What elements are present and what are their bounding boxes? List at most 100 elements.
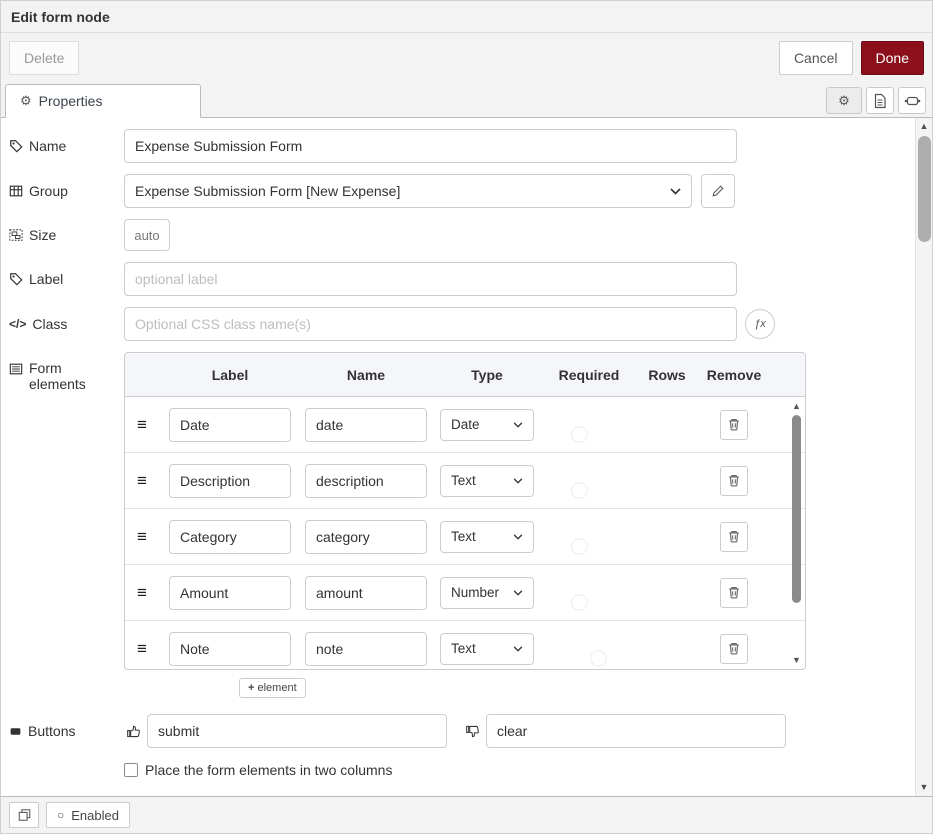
- delete-element-button[interactable]: [720, 466, 748, 496]
- status-circle-icon: ○: [57, 808, 64, 822]
- label-row: Label: [9, 262, 909, 296]
- delete-element-button[interactable]: [720, 410, 748, 440]
- code-icon: </>: [9, 317, 26, 331]
- trash-icon: [727, 641, 741, 656]
- class-row: </> Class ƒx: [9, 307, 909, 341]
- element-name-input[interactable]: [305, 408, 427, 442]
- element-type-select[interactable]: Date: [440, 409, 534, 441]
- clear-button-label-input[interactable]: [486, 714, 786, 748]
- label-input[interactable]: [124, 262, 737, 296]
- group-select[interactable]: Expense Submission Form [New Expense]: [124, 174, 692, 208]
- node-appearance-icon: [904, 94, 921, 108]
- object-group-icon: [9, 228, 23, 242]
- chevron-down-icon: [513, 534, 523, 540]
- drag-handle-icon[interactable]: ≡: [133, 583, 159, 603]
- element-type-select[interactable]: Text: [440, 465, 534, 497]
- form-element-row-date: ≡ Date: [125, 397, 805, 453]
- chevron-down-icon: [513, 590, 523, 596]
- column-header-rows: Rows: [641, 367, 693, 383]
- tag-icon: [9, 272, 23, 286]
- element-label-input[interactable]: [169, 632, 291, 666]
- main-scrollbar[interactable]: ▲ ▼: [915, 118, 932, 796]
- class-input[interactable]: [124, 307, 737, 341]
- main-scrollbar-thumb[interactable]: [918, 136, 931, 242]
- group-select-value: Expense Submission Form [New Expense]: [135, 183, 400, 199]
- edit-group-button[interactable]: [701, 174, 735, 208]
- thumbs-up-icon: [126, 724, 141, 739]
- name-label: Name: [9, 138, 124, 154]
- dialog-body: Name Group Expense Submission Form [New …: [1, 118, 932, 796]
- scroll-down-icon[interactable]: ▼: [920, 779, 929, 796]
- delete-element-button[interactable]: [720, 522, 748, 552]
- column-header-required: Required: [543, 367, 635, 383]
- drag-handle-icon[interactable]: ≡: [133, 639, 159, 659]
- trash-icon: [727, 585, 741, 600]
- group-label: Group: [9, 183, 124, 199]
- chevron-down-icon: [670, 188, 681, 195]
- list-scrollbar-thumb[interactable]: [792, 415, 801, 603]
- dialog-toolbar: Delete Cancel Done: [1, 33, 932, 83]
- done-button[interactable]: Done: [861, 41, 924, 75]
- scroll-down-icon[interactable]: ▼: [792, 653, 801, 667]
- description-button[interactable]: [866, 87, 894, 114]
- element-name-input[interactable]: [305, 520, 427, 554]
- buttons-row: Buttons: [9, 714, 909, 748]
- name-input[interactable]: [124, 129, 737, 163]
- button-icon: [9, 725, 22, 738]
- delete-button[interactable]: Delete: [9, 41, 79, 75]
- two-columns-option: Place the form elements in two columns: [124, 762, 909, 778]
- element-name-input[interactable]: [305, 464, 427, 498]
- gear-icon: ⚙: [838, 93, 850, 109]
- dialog-title: Edit form node: [1, 1, 932, 33]
- element-label-input[interactable]: [169, 576, 291, 610]
- scroll-up-icon[interactable]: ▲: [792, 399, 801, 413]
- tab-properties[interactable]: ⚙ Properties: [5, 84, 201, 118]
- trash-icon: [727, 417, 741, 432]
- appearance-button[interactable]: [898, 87, 926, 114]
- submit-button-label-input[interactable]: [147, 714, 447, 748]
- form-elements-label: Form elements: [9, 352, 124, 392]
- form-elements-list: ≡ Date: [125, 397, 805, 669]
- size-auto-button[interactable]: auto: [124, 219, 170, 251]
- properties-gear-button[interactable]: ⚙: [826, 87, 862, 114]
- drag-handle-icon[interactable]: ≡: [133, 471, 159, 491]
- element-name-input[interactable]: [305, 576, 427, 610]
- scroll-up-icon[interactable]: ▲: [920, 118, 929, 135]
- list-scrollbar[interactable]: ▲ ▼: [790, 399, 803, 667]
- column-header-type: Type: [437, 367, 537, 383]
- element-type-select[interactable]: Text: [440, 521, 534, 553]
- fx-icon: ƒx: [754, 318, 766, 330]
- pencil-icon: [711, 184, 725, 198]
- cancel-button[interactable]: Cancel: [779, 41, 853, 75]
- drag-handle-icon[interactable]: ≡: [133, 527, 159, 547]
- gear-icon: ⚙: [20, 93, 32, 109]
- class-expand-button[interactable]: ƒx: [745, 309, 775, 339]
- delete-element-button[interactable]: [720, 578, 748, 608]
- column-header-remove: Remove: [699, 367, 769, 383]
- add-element-button[interactable]: + element: [239, 678, 306, 698]
- layers-icon: [17, 808, 32, 822]
- two-columns-checkbox[interactable]: [124, 763, 138, 777]
- form-elements-header: Label Name Type Required Rows Remove: [125, 353, 805, 397]
- drag-handle-icon[interactable]: ≡: [133, 415, 159, 435]
- list-icon: [9, 362, 23, 376]
- name-row: Name: [9, 129, 909, 163]
- column-header-label: Label: [165, 367, 295, 383]
- enabled-toggle-button[interactable]: ○ Enabled: [46, 802, 130, 828]
- form-elements-table: Label Name Type Required Rows Remove ≡: [124, 352, 806, 670]
- trash-icon: [727, 529, 741, 544]
- delete-element-button[interactable]: [720, 634, 748, 664]
- element-label-input[interactable]: [169, 408, 291, 442]
- element-name-input[interactable]: [305, 632, 427, 666]
- element-type-select[interactable]: Number: [440, 577, 534, 609]
- tab-right-buttons: ⚙: [826, 87, 926, 114]
- thumbs-down-icon: [465, 724, 480, 739]
- tab-bar: ⚙ Properties ⚙: [1, 83, 932, 118]
- element-type-select[interactable]: Text: [440, 633, 534, 665]
- node-info-button[interactable]: [9, 802, 39, 828]
- element-label-input[interactable]: [169, 464, 291, 498]
- element-label-input[interactable]: [169, 520, 291, 554]
- class-label: </> Class: [9, 316, 124, 332]
- label-label: Label: [9, 271, 124, 287]
- enabled-label: Enabled: [71, 808, 119, 823]
